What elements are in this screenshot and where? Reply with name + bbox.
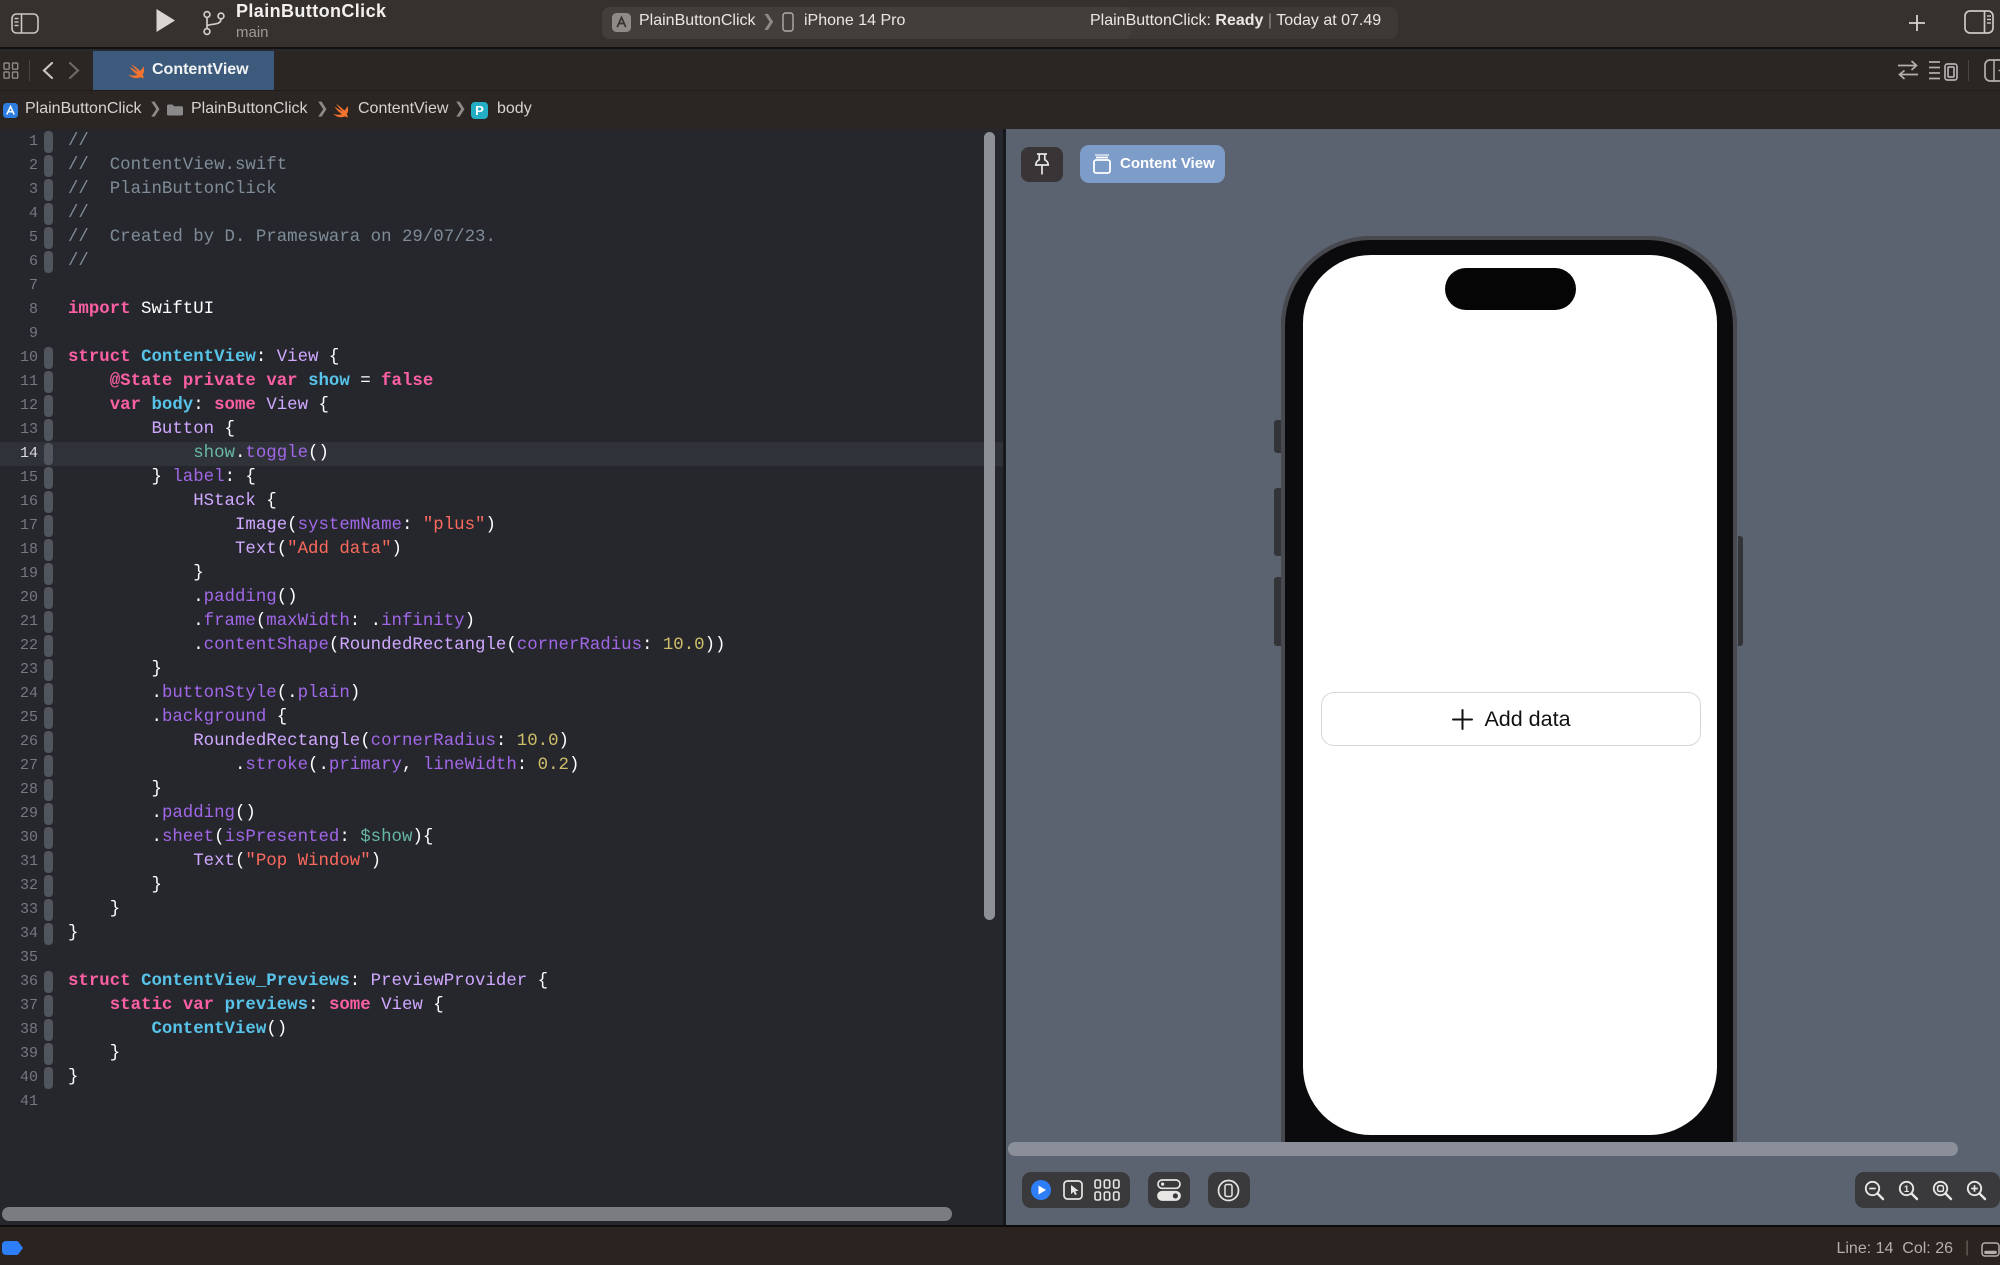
svg-text:1: 1 bbox=[1904, 1184, 1910, 1195]
